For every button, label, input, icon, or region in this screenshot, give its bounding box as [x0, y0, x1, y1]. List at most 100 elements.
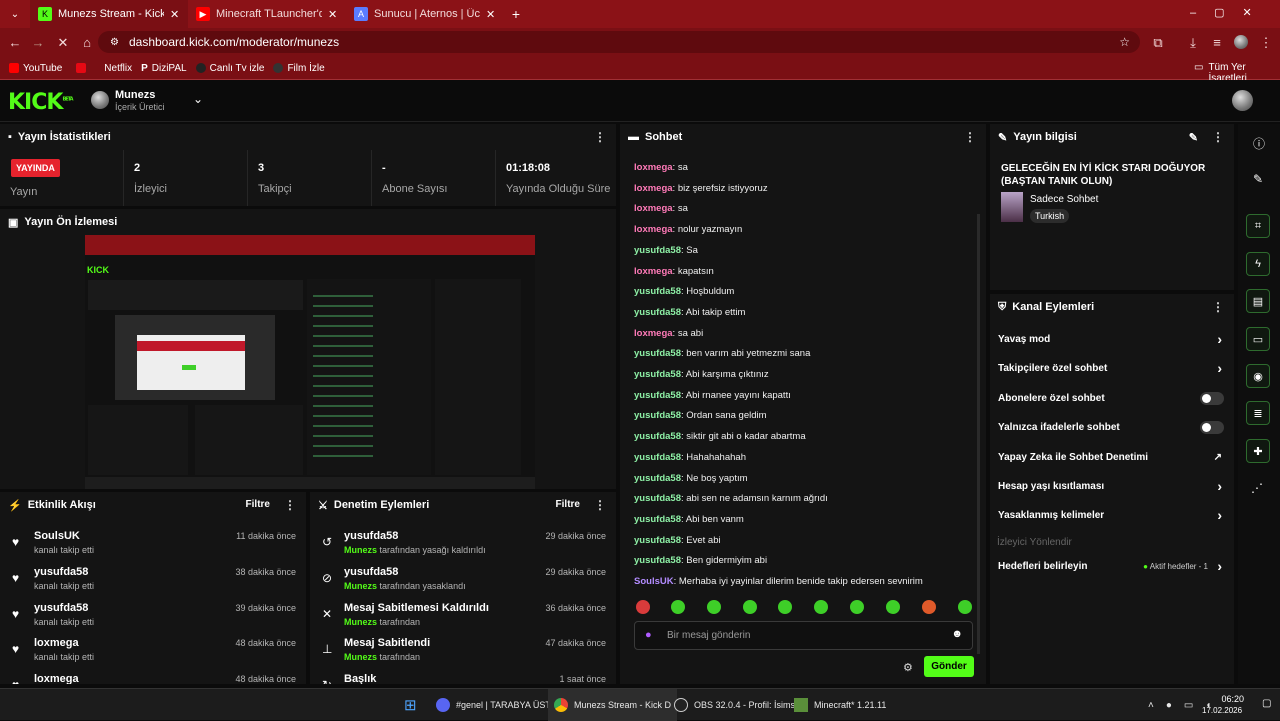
mod-tool-document-icon[interactable]: ▤ [1246, 289, 1270, 313]
pencil-icon[interactable]: ✎ [1253, 172, 1263, 186]
emote-icon[interactable] [886, 600, 900, 614]
moderation-target[interactable]: yusufda58 [344, 566, 398, 578]
mod-tool-lightning-icon[interactable]: ϟ [1246, 252, 1270, 276]
tray-chevron-icon[interactable]: ˄ [1148, 700, 1154, 711]
system-tray[interactable]: ˄ ● ▭ ◖ [1148, 689, 1211, 721]
mod-tool-chat-icon[interactable]: ▭ [1246, 327, 1270, 351]
more-options-icon[interactable]: ⋮ [1212, 130, 1224, 144]
kick-logo[interactable]: KICKBETA [8, 90, 74, 115]
chat-username[interactable]: yusufda58 [634, 431, 681, 442]
home-icon[interactable]: ⌂ [75, 35, 99, 50]
notification-icon[interactable]: ▢ [1262, 698, 1271, 709]
chat-username[interactable]: SoulsUK [634, 576, 674, 587]
chat-username[interactable]: loxmega [634, 203, 673, 214]
extensions-icon[interactable]: ⧉ [1146, 35, 1170, 51]
taskbar-minecraft[interactable]: Minecraft* 1.21.11 [794, 689, 886, 721]
clock-time[interactable]: 06:20 [1218, 694, 1244, 704]
menu-icon[interactable]: ⋮ [1254, 35, 1278, 51]
stream-preview-video[interactable]: KICK [85, 235, 535, 489]
chat-username[interactable]: loxmega [634, 162, 673, 173]
microphone-tray-icon[interactable]: ● [1166, 700, 1172, 711]
site-info-icon[interactable]: ⚙ [110, 37, 119, 48]
chat-username[interactable]: loxmega [634, 224, 673, 235]
activity-user[interactable]: loxmega [34, 673, 79, 684]
mod-tool-share-icon[interactable]: ⋰ [1251, 481, 1263, 495]
more-options-icon[interactable]: ⋮ [594, 498, 606, 512]
channel-switch-chevron-icon[interactable]: ⌄ [193, 92, 203, 106]
chat-username[interactable]: yusufda58 [634, 307, 681, 318]
emoji-icon[interactable]: ☻ [951, 628, 963, 640]
emote-icon[interactable] [778, 600, 792, 614]
chat-username[interactable]: yusufda58 [634, 245, 681, 256]
profile-avatar[interactable] [1234, 35, 1248, 49]
taskbar-obs[interactable]: OBS 32.0.4 - Profil: İsimsi [674, 689, 797, 721]
close-tab-icon[interactable]: ✕ [170, 8, 180, 21]
stop-icon[interactable]: ✕ [51, 35, 75, 51]
chat-input[interactable]: ● Bir mesaj gönderin ☻ [634, 621, 973, 650]
action-banned-words[interactable]: Yasaklanmış kelimeler › [990, 502, 1234, 530]
emote-icon[interactable] [636, 600, 650, 614]
emotes-only-toggle[interactable] [1200, 421, 1224, 434]
emote-icon[interactable] [922, 600, 936, 614]
close-tab-icon[interactable]: ✕ [486, 8, 496, 21]
tab-kick-dashboard[interactable]: K Munezs Stream - Kick Dashboa ✕ [30, 0, 188, 28]
tab-minecraft[interactable]: ▶ Minecraft TLauncher'da Arkada ✕ [188, 0, 346, 28]
forward-icon[interactable]: → [26, 35, 50, 50]
activity-user[interactable]: SoulsUK [34, 530, 80, 542]
start-icon[interactable]: ⊞ [404, 689, 417, 721]
bookmark-youtube[interactable]: YouTube [9, 63, 62, 74]
action-account-age[interactable]: Hesap yaşı kısıtlaması › [990, 473, 1234, 501]
back-icon[interactable]: ← [3, 35, 27, 50]
address-bar[interactable]: ⚙ dashboard.kick.com/moderator/munezs ☆ [98, 31, 1140, 53]
more-options-icon[interactable]: ⋮ [284, 498, 296, 512]
mod-tool-stack-icon[interactable]: ≣ [1246, 401, 1270, 425]
chat-username[interactable]: loxmega [634, 183, 673, 194]
action-ai-moderation[interactable]: Yapay Zeka ile Sohbet Denetimi ↗ [990, 444, 1234, 472]
emote-icon[interactable] [743, 600, 757, 614]
chat-settings-icon[interactable]: ⚙ [903, 661, 913, 674]
chat-username[interactable]: yusufda58 [634, 286, 681, 297]
chat-username[interactable]: yusufda58 [634, 514, 681, 525]
chat-username[interactable]: yusufda58 [634, 555, 681, 566]
close-tab-icon[interactable]: ✕ [328, 8, 338, 21]
monitor-icon[interactable]: ▭ [1184, 700, 1193, 711]
chat-username[interactable]: yusufda58 [634, 390, 681, 401]
bookmark-dizipal[interactable]: P DiziPAL [141, 63, 187, 74]
chat-username[interactable]: loxmega [634, 328, 673, 339]
bookmark-netflix[interactable]: Netflix [76, 63, 132, 74]
mod-tool-broadcast-icon[interactable]: ◉ [1246, 364, 1270, 388]
bookmark-star-icon[interactable]: ☆ [1119, 35, 1130, 49]
emote-icon[interactable] [814, 600, 828, 614]
chat-username[interactable]: yusufda58 [634, 535, 681, 546]
emote-icon[interactable] [850, 600, 864, 614]
chat-username[interactable]: loxmega [634, 266, 673, 277]
emote-icon[interactable] [671, 600, 685, 614]
mod-tool-scan-icon[interactable]: ⌗ [1246, 214, 1270, 238]
taskbar-discord[interactable]: #genel | TARABYA ÜSTÜ [436, 689, 557, 721]
action-followers-only[interactable]: Takipçilere özel sohbet › [990, 355, 1234, 383]
edit-icon[interactable]: ✎ [1189, 131, 1198, 144]
info-icon[interactable]: ⓘ [1253, 135, 1265, 152]
bookmark-canli-tv[interactable]: Canlı Tv izle [195, 63, 264, 74]
chat-username[interactable]: yusufda58 [634, 452, 681, 463]
clock-date[interactable]: 17.02.2026 [1202, 706, 1242, 715]
emote-icon[interactable] [707, 600, 721, 614]
subscribers-only-toggle[interactable] [1200, 392, 1224, 405]
moderation-target[interactable]: yusufda58 [344, 530, 398, 542]
chat-username[interactable]: yusufda58 [634, 369, 681, 380]
media-icon[interactable]: ≡ [1205, 35, 1229, 50]
more-options-icon[interactable]: ⋮ [964, 130, 976, 144]
filter-button[interactable]: Filtre [556, 499, 580, 510]
moderator-name[interactable]: Munezs [344, 617, 377, 627]
download-icon[interactable]: ⤓ [1181, 35, 1205, 51]
emote-icon[interactable] [958, 600, 972, 614]
chat-username[interactable]: yusufda58 [634, 410, 681, 421]
chat-username[interactable]: yusufda58 [634, 493, 681, 504]
user-avatar[interactable] [1232, 90, 1253, 111]
activity-user[interactable]: yusufda58 [34, 602, 88, 614]
moderator-name[interactable]: Munezs [344, 652, 377, 662]
mod-tool-wrench-icon[interactable]: ✚ [1246, 439, 1270, 463]
send-button[interactable]: Gönder [924, 656, 974, 677]
activity-user[interactable]: loxmega [34, 637, 79, 649]
window-controls[interactable]: –▢✕ [1190, 6, 1270, 19]
